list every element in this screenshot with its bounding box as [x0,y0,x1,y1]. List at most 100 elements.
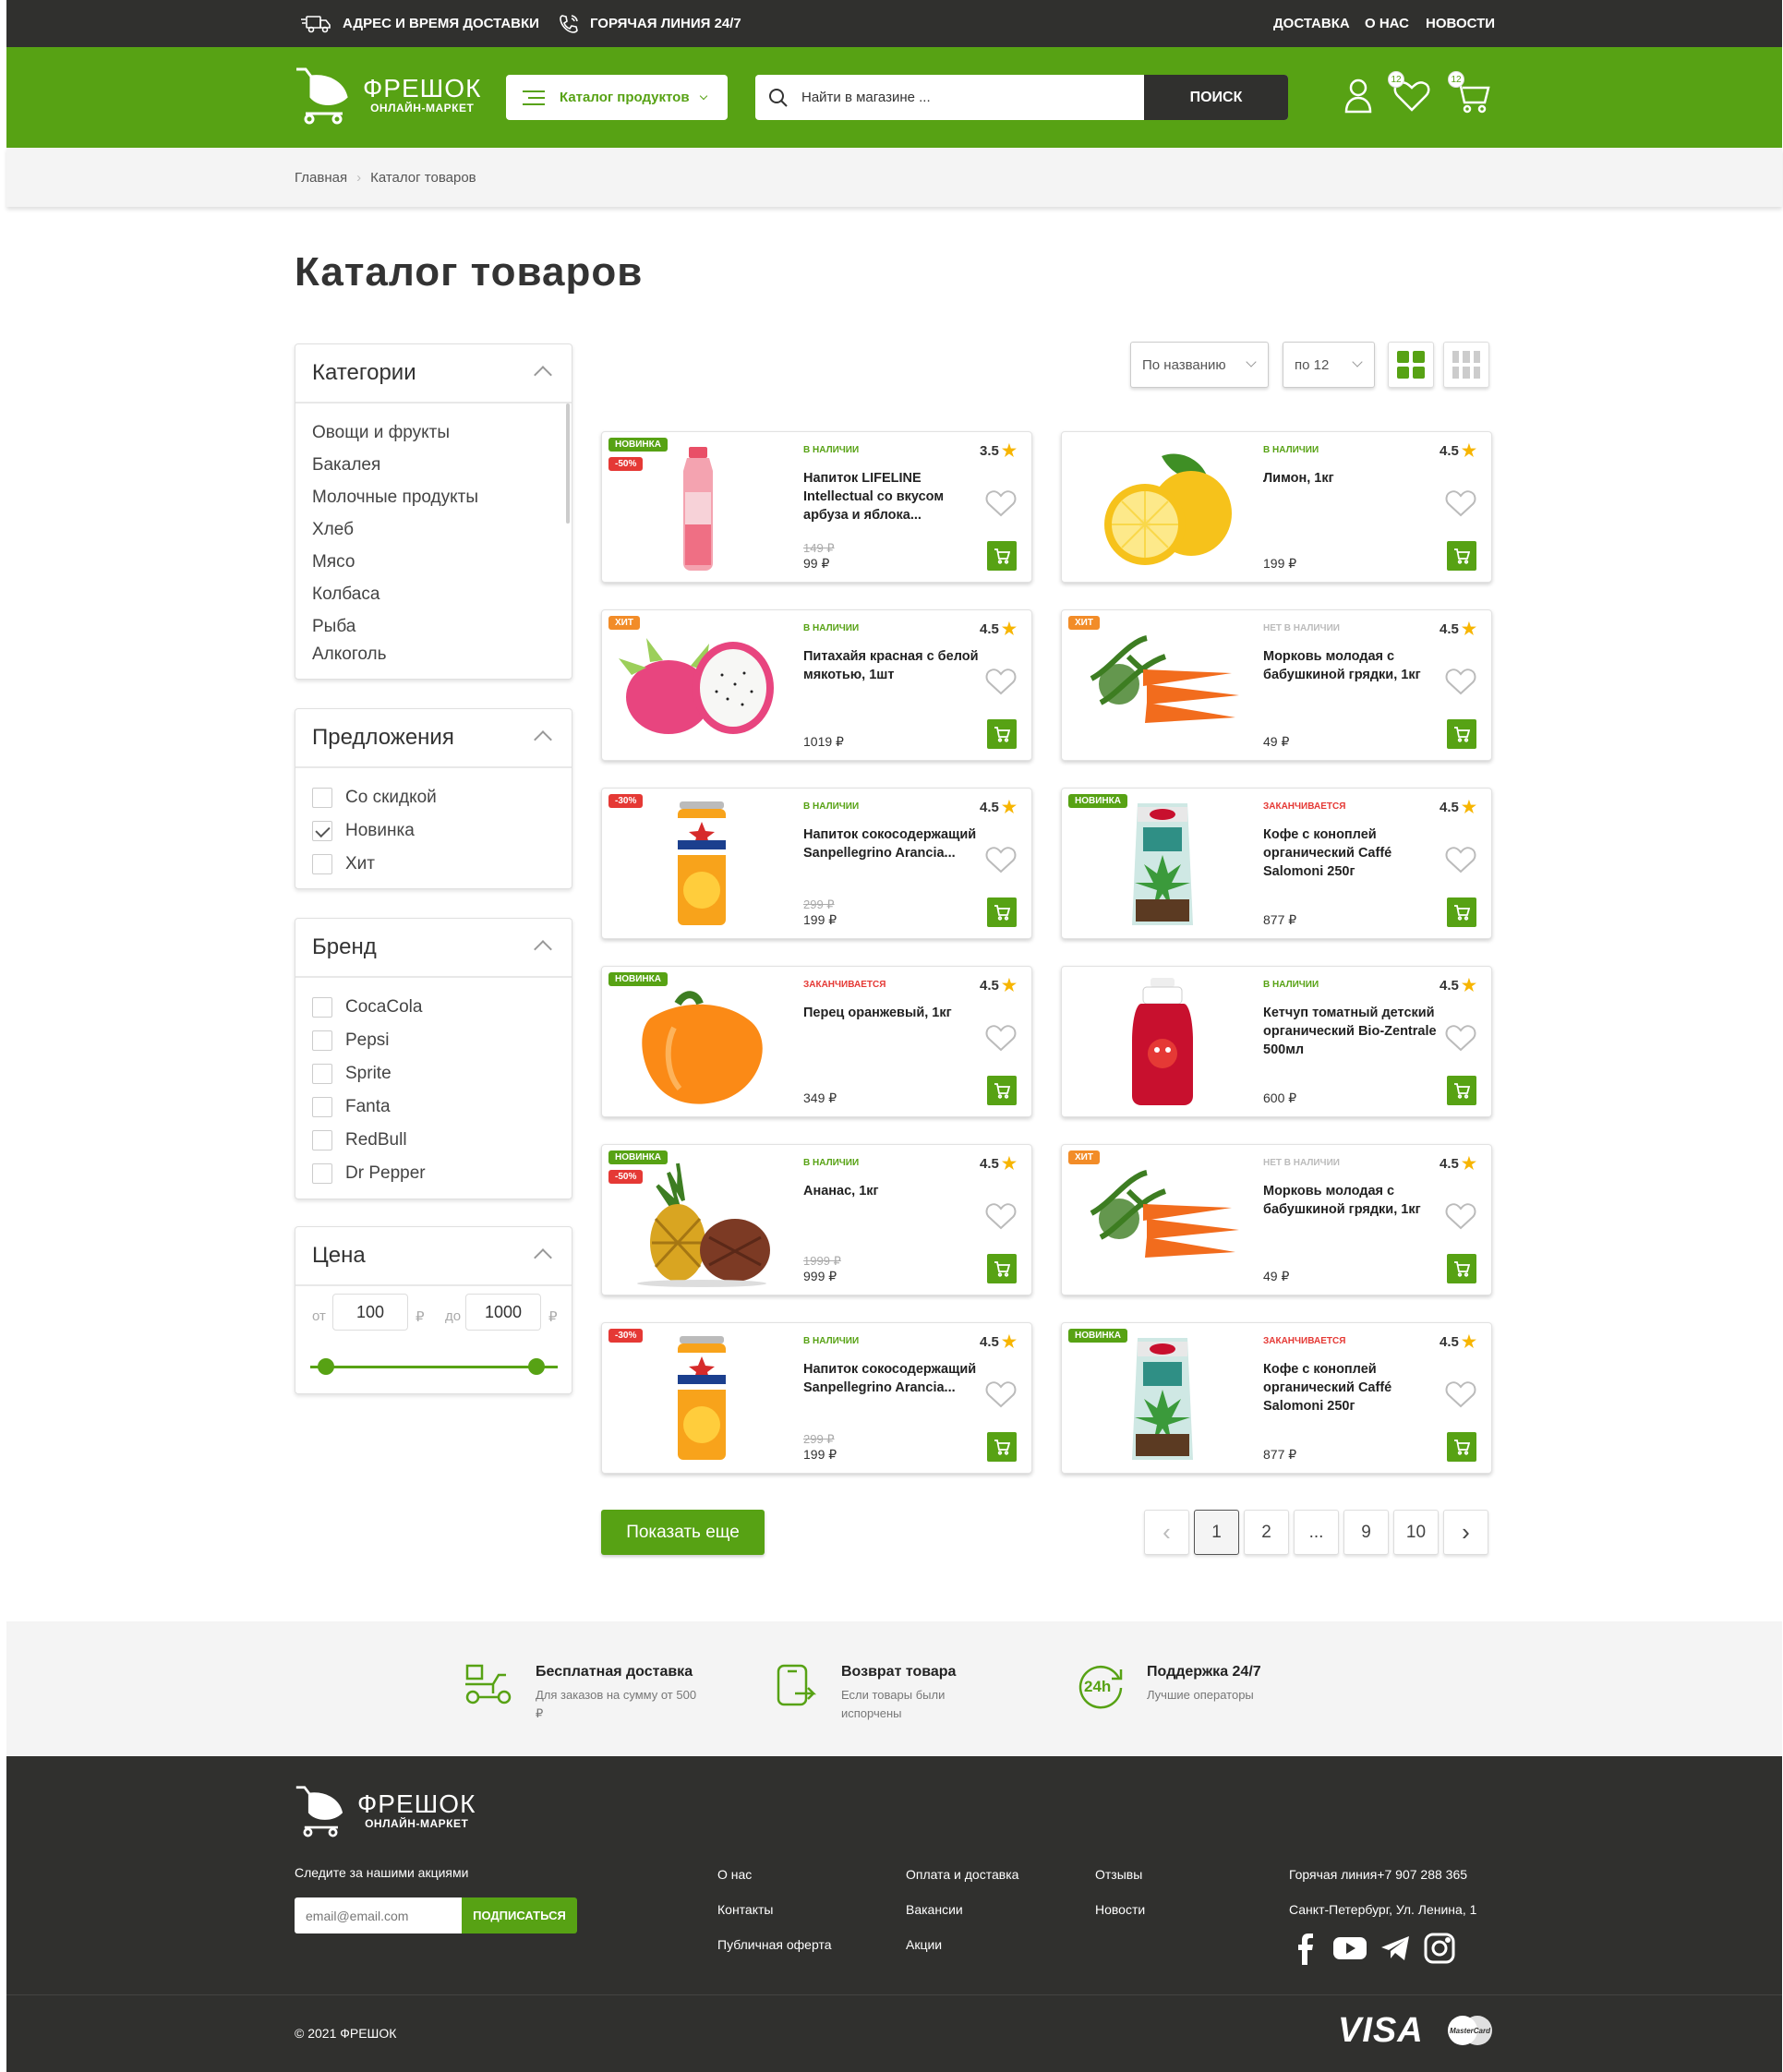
product-name[interactable]: Кетчуп томатный детский органический Bio… [1263,1004,1439,1059]
footer-link[interactable]: Акции [906,1937,942,1952]
heart-icon[interactable] [985,1202,1017,1230]
add-to-cart-button[interactable] [987,1076,1017,1105]
checkbox-checked[interactable] [312,821,332,841]
product-name[interactable]: Питахайя красная с белой мякотью, 1шт [803,647,979,684]
product-card[interactable]: -30% В НАЛИЧИИ 4.5 ★ Напиток сокосодержащ… [601,1322,1032,1474]
checkbox[interactable] [312,997,332,1018]
footer-link[interactable]: Публичная оферта [717,1937,832,1952]
product-image-carrot[interactable] [1073,620,1248,753]
chevron-up-icon[interactable] [534,366,552,384]
product-image-coffee[interactable] [1073,798,1248,931]
add-to-cart-button[interactable] [1447,1432,1476,1462]
footer-link[interactable]: Отзывы [1095,1867,1142,1882]
product-name[interactable]: Лимон, 1кг [1263,469,1439,488]
footer-hotline[interactable]: Горячая линия+7 907 288 365 [1289,1867,1467,1882]
category-item[interactable]: Хлеб [312,513,555,546]
offer-filter-discount[interactable]: Со скидкой [295,781,572,814]
show-more-button[interactable]: Показать еще [601,1510,765,1555]
offer-filter-new[interactable]: Новинка [295,814,572,848]
checkbox[interactable] [312,1163,332,1184]
add-to-cart-button[interactable] [987,897,1017,927]
instagram-icon[interactable] [1424,1933,1455,1964]
product-image-pitaya[interactable] [613,620,789,753]
footer-link[interactable]: Контакты [717,1902,773,1917]
heart-icon[interactable] [1445,846,1476,873]
brand-filter-item[interactable]: Fanta [295,1090,572,1124]
favorites-button[interactable]: 12 [1388,71,1432,115]
facebook-icon[interactable] [1291,1932,1320,1965]
heart-icon[interactable] [1445,1024,1476,1052]
pagination-page[interactable]: 1 [1194,1510,1239,1555]
heart-icon[interactable] [985,489,1017,517]
price-from-input[interactable]: 100 [332,1294,408,1331]
checkbox[interactable] [312,788,332,808]
checkbox[interactable] [312,1064,332,1084]
pagination-prev[interactable]: ‹ [1144,1510,1189,1555]
price-slider-max-handle[interactable] [528,1358,545,1375]
breadcrumb-home[interactable]: Главная [295,170,347,186]
add-to-cart-button[interactable] [987,719,1017,749]
product-name[interactable]: Напиток сокосодержащий Sanpellegrino Ara… [803,1360,979,1397]
category-item[interactable]: Молочные продукты [312,481,555,513]
heart-icon[interactable] [985,1380,1017,1408]
heart-icon[interactable] [1445,1202,1476,1230]
offers-header[interactable]: Предложения [295,709,572,768]
product-name[interactable]: Ананас, 1кг [803,1182,979,1200]
product-name[interactable]: Кофе с коноплей органический Caffé Salom… [1263,825,1439,881]
heart-icon[interactable] [1445,668,1476,695]
list-view-button[interactable] [1388,342,1434,388]
add-to-cart-button[interactable] [987,1254,1017,1283]
heart-icon[interactable] [985,668,1017,695]
product-name[interactable]: Морковь молодая с бабушкиной грядки, 1кг [1263,1182,1439,1219]
categories-header[interactable]: Категории [295,344,572,404]
product-card[interactable]: В НАЛИЧИИ 4.5 ★ Лимон, 1кг 199 ₽ [1061,431,1492,583]
grid-view-button[interactable] [1443,342,1489,388]
footer-link[interactable]: Вакансии [906,1902,963,1917]
footer-link[interactable]: Оплата и доставка [906,1867,1018,1882]
product-card[interactable]: ХИТ НЕТ В НАЛИЧИИ 4.5 ★ Морковь молодая с… [1061,1144,1492,1295]
chevron-up-icon[interactable] [534,730,552,749]
category-item[interactable]: Овощи и фрукты [312,416,555,449]
nav-news[interactable]: НОВОСТИ [1426,0,1495,47]
heart-icon[interactable] [985,846,1017,873]
category-item[interactable]: Колбаса [312,578,555,610]
brand-filter-item[interactable]: CocaCola [295,991,572,1024]
product-name[interactable]: Напиток LIFELINE Intellectual со вкусом … [803,469,979,524]
catalog-button[interactable]: Каталог продуктов [506,75,728,120]
pagination-page[interactable]: 9 [1343,1510,1389,1555]
product-name[interactable]: Напиток сокосодержащий Sanpellegrino Ara… [803,825,979,862]
product-image-coffee[interactable] [1073,1332,1248,1465]
add-to-cart-button[interactable] [1447,1076,1476,1105]
checkbox[interactable] [312,1130,332,1150]
sort-select[interactable]: По названию [1130,342,1269,388]
add-to-cart-button[interactable] [1447,719,1476,749]
product-card[interactable]: НОВИНКА ЗАКАНЧИВАЕТСЯ 4.5 ★ Кофе с конопл… [1061,1322,1492,1474]
account-button[interactable] [1338,75,1379,115]
brand-filter-item[interactable]: Pepsi [295,1024,572,1057]
heart-icon[interactable] [985,1024,1017,1052]
price-range-slider[interactable] [310,1358,558,1375]
price-to-input[interactable]: 1000 [465,1294,541,1331]
category-item[interactable]: Бакалея [312,449,555,481]
product-card[interactable]: НОВИНКА ЗАКАНЧИВАЕТСЯ 4.5 ★ Кофе с конопл… [1061,788,1492,939]
subscribe-button[interactable]: ПОДПИСАТЬСЯ [462,1897,577,1933]
product-image-can[interactable] [613,1332,789,1465]
checkbox[interactable] [312,854,332,874]
product-name[interactable]: Кофе с коноплей органический Caffé Salom… [1263,1360,1439,1415]
product-card[interactable]: ХИТ НЕТ В НАЛИЧИИ 4.5 ★ Морковь молодая с… [1061,609,1492,761]
nav-delivery[interactable]: ДОСТАВКА [1273,0,1350,47]
pagination-page[interactable]: 2 [1244,1510,1289,1555]
search-input[interactable] [801,75,1152,120]
footer-logo[interactable]: ФРЕШОК ОНЛАЙН-МАРКЕТ [295,1784,476,1837]
category-item[interactable]: Рыба [312,610,555,643]
logo[interactable]: ФРЕШОК ОНЛАЙН-МАРКЕТ [295,66,481,125]
footer-link[interactable]: О нас [717,1867,752,1882]
category-item[interactable]: Мясо [312,546,555,578]
heart-icon[interactable] [1445,489,1476,517]
brand-header[interactable]: Бренд [295,919,572,978]
newsletter-email-input[interactable]: email@email.com [295,1897,462,1933]
product-image-can[interactable] [613,798,789,931]
product-card[interactable]: НОВИНКА -50% В НАЛИЧИИ 3.5 ★ Напиток LIFEL… [601,431,1032,583]
youtube-icon[interactable] [1333,1935,1367,1961]
product-image-carrot[interactable] [1073,1154,1248,1287]
